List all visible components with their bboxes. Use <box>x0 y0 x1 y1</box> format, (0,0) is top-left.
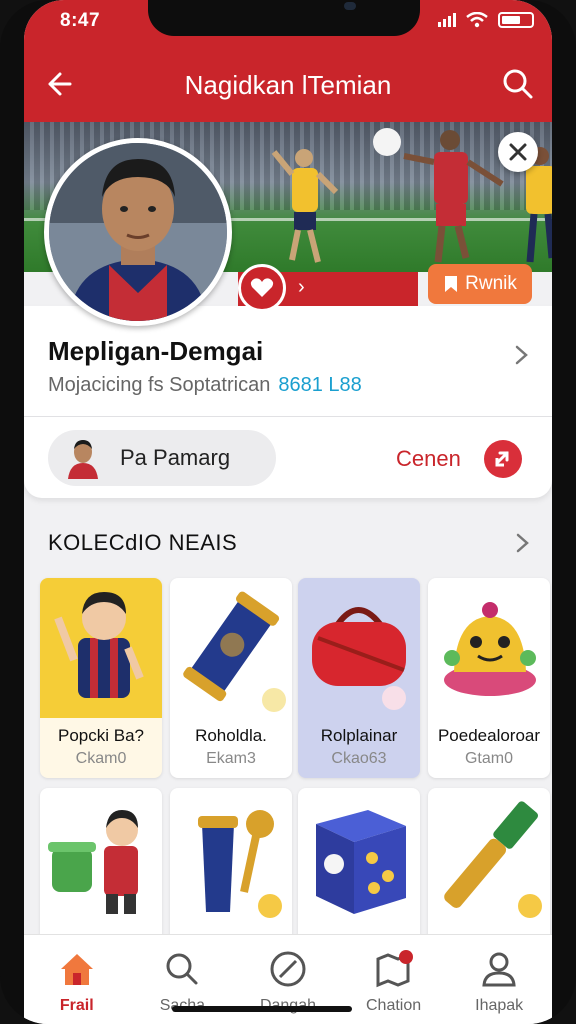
map-icon <box>376 950 413 988</box>
collection-item[interactable]: Rolplainar Ckao63 <box>298 578 420 778</box>
collection-item[interactable]: Popcki Ba? Ckam0 <box>40 578 162 778</box>
mystery-box-icon <box>316 810 406 914</box>
nav-label: Frail <box>59 997 94 1014</box>
item-price: Ckao63 <box>331 750 387 767</box>
close-icon <box>509 143 527 161</box>
cancel-button[interactable] <box>484 440 522 478</box>
profile-avatar <box>44 138 232 326</box>
collection-item[interactable]: Roholdla. Ekam3 <box>170 578 292 778</box>
follow-button[interactable] <box>238 264 286 312</box>
player-figure-icon <box>40 578 162 718</box>
bookmark-icon <box>445 276 458 292</box>
item-name: Rolplainar <box>320 726 398 745</box>
chevron-right-icon[interactable]: › <box>298 276 305 299</box>
search-icon[interactable] <box>498 64 538 104</box>
home-icon <box>60 954 93 985</box>
battery-icon <box>498 12 534 28</box>
compass-icon <box>270 951 306 987</box>
page-title: Nagidkan lTemian <box>184 70 392 100</box>
collection-item[interactable]: Poedealoroar Gtam0 <box>428 578 550 778</box>
app-header: 8:47 Nagidkan lTemian <box>24 0 552 122</box>
profile-card: Mepligan-Demgai Mojacicing fs Soptatrica… <box>24 306 552 498</box>
player-chip[interactable]: Pa Pamarg <box>48 430 276 486</box>
chevron-right-icon[interactable] <box>514 528 532 558</box>
item-price: Ekam3 <box>206 750 256 767</box>
status-time: 8:47 <box>60 10 101 31</box>
status-icons <box>438 12 534 28</box>
coin-icon <box>258 894 282 918</box>
profile-name[interactable]: Mepligan-Demgai <box>48 336 263 367</box>
item-price: Ckam0 <box>75 750 127 767</box>
player-portrait <box>49 143 227 321</box>
search-icon <box>166 953 198 985</box>
close-button[interactable] <box>498 132 538 172</box>
nav-item-map[interactable]: Chation <box>341 935 447 1024</box>
toy-robot-icon <box>444 602 536 696</box>
app-screen: 8:47 Nagidkan lTemian › Rwnik Mepligan-D… <box>24 0 552 1024</box>
figure-with-cup-icon <box>48 810 138 914</box>
signal-icon <box>438 13 456 27</box>
profile-subtitle-text: Mojacicing fs Soptatrican <box>48 374 271 396</box>
profile-score: 8681 L88 <box>278 374 362 396</box>
item-price: Gtam0 <box>464 750 513 767</box>
player-mini-avatar <box>68 440 98 479</box>
wifi-icon <box>466 12 488 28</box>
reward-button-label: Rwnik <box>465 273 517 294</box>
phone-frame: 8:47 Nagidkan lTemian › Rwnik Mepligan-D… <box>0 0 576 1024</box>
coin-icon <box>262 688 286 712</box>
nav-item-home[interactable]: Frail <box>24 935 130 1024</box>
divider <box>24 416 552 417</box>
person-icon <box>482 952 516 987</box>
like-badge-icon <box>382 686 406 710</box>
chevron-right-icon[interactable] <box>512 340 532 370</box>
home-indicator[interactable] <box>172 1006 352 1012</box>
profile-subtitle: Mojacicing fs Soptatrican 8681 L88 <box>48 374 362 397</box>
nav-label: Chation <box>366 997 422 1014</box>
item-name: Popcki Ba? <box>58 726 144 745</box>
collection-title: KOLECdIO NEAIS <box>48 530 238 555</box>
reward-button[interactable]: Rwnik <box>428 264 532 304</box>
nav-item-profile[interactable]: Ihapak <box>446 935 552 1024</box>
phone-notch <box>148 0 420 36</box>
coin-icon <box>518 894 542 918</box>
player-chip-label: Pa Pamarg <box>120 445 231 470</box>
nav-label: Ihapak <box>475 997 524 1014</box>
item-name: Roholdla. <box>195 726 267 745</box>
item-name: Poedealoroar <box>437 726 541 745</box>
cancel-link[interactable]: Cenen <box>396 446 461 472</box>
share-icon <box>495 451 509 467</box>
heart-icon <box>250 278 274 297</box>
